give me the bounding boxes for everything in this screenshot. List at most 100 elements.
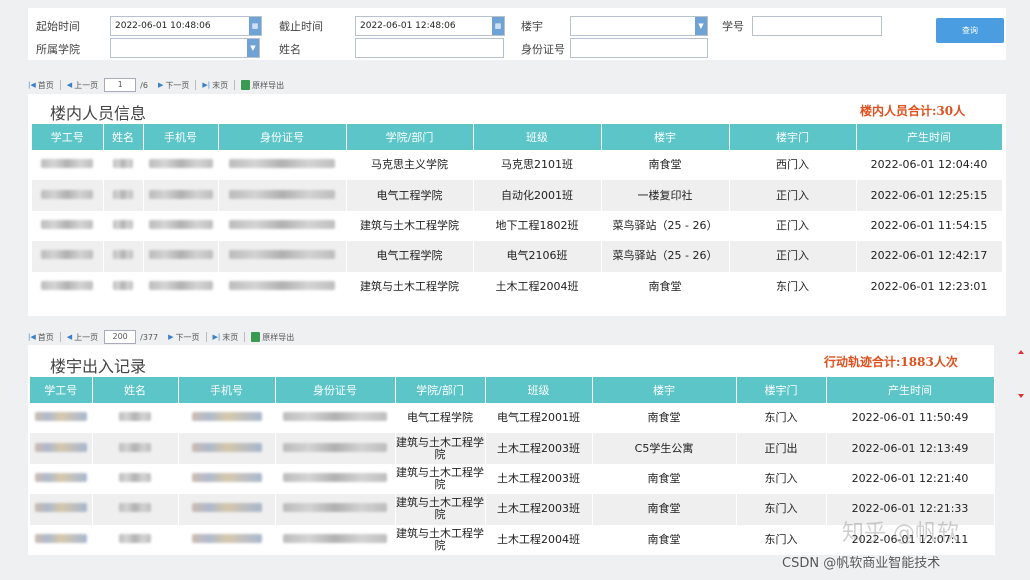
last-page-label: 末页 xyxy=(212,80,229,90)
building-select[interactable]: ▼ xyxy=(570,16,708,36)
first-page-button[interactable]: |◀ 首页 xyxy=(28,332,54,343)
page-number-input[interactable]: 200 xyxy=(104,330,137,344)
time-cell: 2022-06-01 11:50:49 xyxy=(826,403,995,434)
last-page-icon: ▶| xyxy=(202,81,211,89)
column-header[interactable]: 学工号 xyxy=(32,124,104,150)
gate-cell: 西门入 xyxy=(729,150,857,181)
student-id-input[interactable] xyxy=(752,16,882,36)
college-cell: 建筑与土木工程学院 xyxy=(346,210,474,242)
gate-cell: 东门入 xyxy=(736,524,827,555)
name-cell xyxy=(92,403,179,434)
class-cell: 自动化2001班 xyxy=(473,180,602,211)
export-icon xyxy=(241,80,251,90)
column-header[interactable]: 产生时间 xyxy=(826,377,995,403)
next-page-label: 下一页 xyxy=(175,332,200,342)
column-header[interactable]: 身份证号 xyxy=(275,377,396,403)
prev-page-button[interactable]: ◀ 上一页 xyxy=(67,332,98,343)
column-header[interactable]: 手机号 xyxy=(178,377,276,403)
gate-cell: 正门出 xyxy=(736,433,827,464)
gate-cell: 正门入 xyxy=(729,180,857,211)
last-page-icon: ▶| xyxy=(212,333,221,341)
zhihu-watermark: 知乎 @帆软 xyxy=(842,521,959,546)
table-row[interactable]: 建筑与土木工程学院 土木工程2003班 C5学生公寓 正门出 2022-06-0… xyxy=(30,433,995,464)
first-page-button[interactable]: |◀ 首页 xyxy=(28,80,54,91)
people-total: 楼内人员合计:30人 xyxy=(860,104,966,118)
next-page-icon: ▶ xyxy=(157,81,164,89)
table-header-row: 学工号 姓名 手机号 身份证号 学院/部门 班级 楼宇 楼宇门 产生时间 xyxy=(30,377,995,403)
table-row[interactable]: 建筑与土木工程学院 土木工程2003班 南食堂 东门入 2022-06-01 1… xyxy=(30,463,995,495)
first-page-label: 首页 xyxy=(37,80,54,90)
gate-cell: 东门入 xyxy=(736,463,827,495)
export-button[interactable]: 原样导出 xyxy=(251,332,294,343)
column-header[interactable]: 姓名 xyxy=(92,377,179,403)
export-button[interactable]: 原样导出 xyxy=(241,80,284,91)
college-cell: 电气工程学院 xyxy=(346,180,474,211)
table-row[interactable]: 电气工程学院 自动化2001班 一楼复印社 正门入 2022-06-01 12:… xyxy=(32,180,1003,211)
phone-cell xyxy=(178,524,276,555)
student-id-cell xyxy=(30,433,93,464)
college-cell: 建筑与土木工程学院 xyxy=(395,494,486,525)
chevron-down-icon[interactable]: ▼ xyxy=(247,39,259,57)
name-input[interactable] xyxy=(355,38,504,58)
column-header[interactable]: 学院/部门 xyxy=(346,124,474,150)
scroll-down-arrow-icon[interactable] xyxy=(1018,394,1024,398)
page-number-input[interactable]: 1 xyxy=(104,78,137,92)
id-card-cell xyxy=(275,524,396,555)
redacted-block xyxy=(41,280,94,290)
class-cell: 土木工程2003班 xyxy=(485,463,593,495)
column-header[interactable]: 班级 xyxy=(473,124,602,150)
end-time-input[interactable]: 2022-06-01 12:48:06 ▦ xyxy=(355,16,505,36)
id-card-cell xyxy=(275,403,396,434)
column-header[interactable]: 手机号 xyxy=(143,124,219,150)
table-row[interactable]: 建筑与土木工程学院 地下工程1802班 菜鸟驿站（25 - 26） 正门入 20… xyxy=(32,210,1003,242)
column-header[interactable]: 楼宇门 xyxy=(729,124,857,150)
id-card-cell xyxy=(275,494,396,525)
column-header[interactable]: 楼宇 xyxy=(592,377,737,403)
table-row[interactable]: 电气工程学院 电气工程2001班 南食堂 东门入 2022-06-01 11:5… xyxy=(30,403,995,434)
calendar-icon[interactable]: ▦ xyxy=(492,17,504,35)
name-cell xyxy=(103,241,144,272)
id-card-cell xyxy=(218,180,347,211)
name-label: 姓名 xyxy=(279,43,301,56)
table-row[interactable]: 马克思主义学院 马克思2101班 南食堂 西门入 2022-06-01 12:0… xyxy=(32,150,1003,181)
column-header[interactable]: 班级 xyxy=(485,377,593,403)
id-card-input[interactable] xyxy=(570,38,708,58)
gate-cell: 正门入 xyxy=(729,241,857,272)
next-page-button[interactable]: ▶ 下一页 xyxy=(168,332,199,343)
query-button[interactable]: 查询 xyxy=(936,18,1004,43)
scroll-up-arrow-icon[interactable] xyxy=(1018,350,1024,354)
last-page-button[interactable]: ▶| 末页 xyxy=(213,332,239,343)
college-cell: 电气工程学院 xyxy=(346,241,474,272)
start-time-value: 2022-06-01 10:48:06 xyxy=(115,21,211,31)
column-header[interactable]: 楼宇 xyxy=(601,124,730,150)
building-cell: 菜鸟驿站（25 - 26） xyxy=(601,210,730,242)
start-time-input[interactable]: 2022-06-01 10:48:06 ▦ xyxy=(110,16,262,36)
prev-page-icon: ◀ xyxy=(66,333,73,341)
column-header[interactable]: 产生时间 xyxy=(856,124,1003,150)
calendar-icon[interactable]: ▦ xyxy=(249,17,261,35)
student-id-cell xyxy=(30,463,93,495)
redacted-block xyxy=(229,159,335,169)
column-header[interactable]: 楼宇门 xyxy=(736,377,827,403)
panel-title: 楼内人员信息 xyxy=(50,104,147,123)
column-header[interactable]: 身份证号 xyxy=(218,124,347,150)
table-row[interactable]: 建筑与土木工程学院 土木工程2004班 南食堂 东门入 2022-06-01 1… xyxy=(32,271,1003,302)
redacted-block xyxy=(34,533,87,543)
column-header[interactable]: 学工号 xyxy=(30,377,93,403)
end-time-value: 2022-06-01 12:48:06 xyxy=(360,21,456,31)
name-cell xyxy=(103,180,144,211)
redacted-block xyxy=(283,503,387,513)
next-page-button[interactable]: ▶ 下一页 xyxy=(158,80,189,91)
college-select[interactable]: ▼ xyxy=(110,38,260,58)
id-card-cell xyxy=(275,433,396,464)
redacted-block xyxy=(283,533,387,543)
column-header[interactable]: 学院/部门 xyxy=(395,377,486,403)
column-header[interactable]: 姓名 xyxy=(103,124,144,150)
table-row[interactable]: 电气工程学院 电气2106班 菜鸟驿站（25 - 26） 正门入 2022-06… xyxy=(32,241,1003,272)
last-page-button[interactable]: ▶| 末页 xyxy=(202,80,228,91)
divider xyxy=(59,332,61,342)
prev-page-button[interactable]: ◀ 上一页 xyxy=(67,80,98,91)
student-id-cell xyxy=(30,494,93,525)
chevron-down-icon[interactable]: ▼ xyxy=(695,17,707,35)
divider xyxy=(205,332,207,342)
